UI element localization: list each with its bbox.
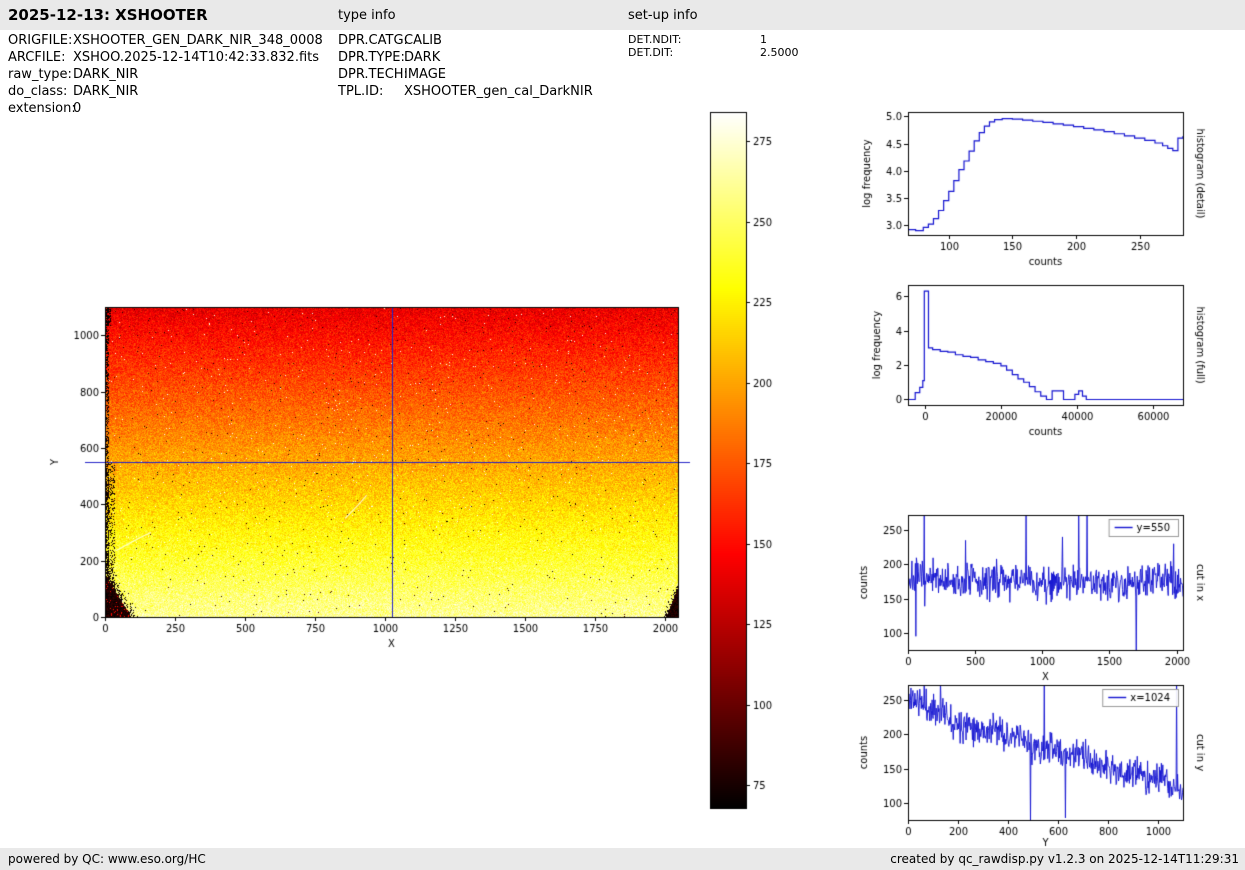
setup-info-block: DET.NDIT: 1 DET.DIT: 2.5000 xyxy=(628,33,799,59)
doclass-value: DARK_NIR xyxy=(73,83,138,100)
dprcatg-label: DPR.CATG: xyxy=(338,32,404,49)
meta-row-arcfile: ARCFILE: XSHOO.2025-12-14T10:42:33.832.f… xyxy=(8,49,323,66)
footer-powered-by: powered by QC: www.eso.org/HC xyxy=(8,852,206,866)
meta-row-origfile: ORIGFILE: XSHOOTER_GEN_DARK_NIR_348_0008 xyxy=(8,32,323,49)
meta-row-dprcatg: DPR.CATG: CALIB xyxy=(338,32,593,49)
figure-canvas xyxy=(0,0,1245,870)
detdit-label: DET.DIT: xyxy=(628,46,760,59)
origfile-label: ORIGFILE: xyxy=(8,32,73,49)
meta-row-detdit: DET.DIT: 2.5000 xyxy=(628,46,799,59)
detndit-value: 1 xyxy=(760,33,767,46)
meta-row-doclass: do_class: DARK_NIR xyxy=(8,83,323,100)
header-bar: 2025-12-13: XSHOOTER type info set-up in… xyxy=(0,0,1245,30)
meta-row-dprtype: DPR.TYPE: DARK xyxy=(338,49,593,66)
dprtype-label: DPR.TYPE: xyxy=(338,49,404,66)
meta-row-detndit: DET.NDIT: 1 xyxy=(628,33,799,46)
dprtech-value: IMAGE xyxy=(404,66,446,83)
rawtype-value: DARK_NIR xyxy=(73,66,138,83)
meta-row-extension: extension: 0 xyxy=(8,100,323,117)
meta-row-dprtech: DPR.TECH: IMAGE xyxy=(338,66,593,83)
tplid-label: TPL.ID: xyxy=(338,83,404,100)
meta-row-rawtype: raw_type: DARK_NIR xyxy=(8,66,323,83)
detndit-label: DET.NDIT: xyxy=(628,33,760,46)
footer-created-by: created by qc_rawdisp.py v1.2.3 on 2025-… xyxy=(890,852,1239,866)
dprtech-label: DPR.TECH: xyxy=(338,66,404,83)
setup-info-heading: set-up info xyxy=(628,8,698,23)
extension-value: 0 xyxy=(73,100,81,117)
file-info-block: ORIGFILE: XSHOOTER_GEN_DARK_NIR_348_0008… xyxy=(8,32,323,117)
type-info-heading: type info xyxy=(338,8,396,23)
footer-bar: powered by QC: www.eso.org/HC created by… xyxy=(0,848,1245,870)
type-info-block: DPR.CATG: CALIB DPR.TYPE: DARK DPR.TECH:… xyxy=(338,32,593,100)
rawtype-label: raw_type: xyxy=(8,66,73,83)
meta-row-tplid: TPL.ID: XSHOOTER_gen_cal_DarkNIR xyxy=(338,83,593,100)
qc-report-page: 2025-12-13: XSHOOTER type info set-up in… xyxy=(0,0,1245,870)
detdit-value: 2.5000 xyxy=(760,46,799,59)
extension-label: extension: xyxy=(8,100,73,117)
doclass-label: do_class: xyxy=(8,83,73,100)
arcfile-label: ARCFILE: xyxy=(8,49,73,66)
dprtype-value: DARK xyxy=(404,49,440,66)
tplid-value: XSHOOTER_gen_cal_DarkNIR xyxy=(404,83,593,100)
arcfile-value: XSHOO.2025-12-14T10:42:33.832.fits xyxy=(73,49,319,66)
page-title: 2025-12-13: XSHOOTER xyxy=(8,6,208,24)
origfile-value: XSHOOTER_GEN_DARK_NIR_348_0008 xyxy=(73,32,323,49)
dprcatg-value: CALIB xyxy=(404,32,442,49)
